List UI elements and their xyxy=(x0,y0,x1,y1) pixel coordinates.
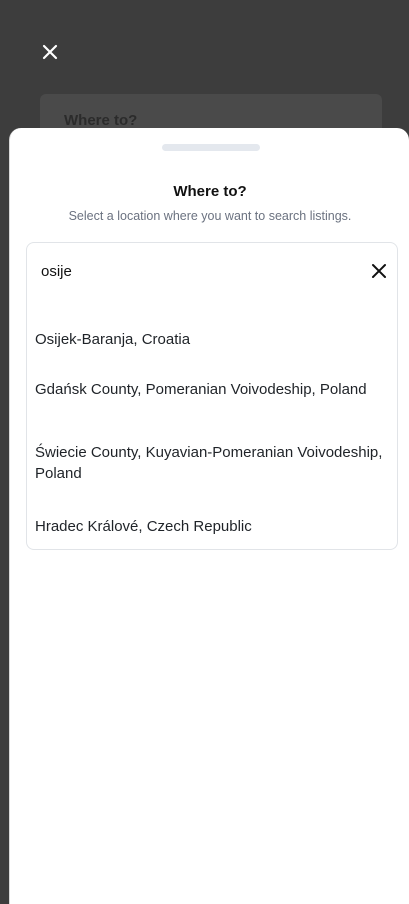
close-icon xyxy=(42,44,58,60)
result-item[interactable]: Osijek-Baranja, Croatia xyxy=(35,329,385,350)
background-close-button[interactable] xyxy=(38,40,62,64)
sheet-drag-handle[interactable] xyxy=(162,144,260,151)
screen: Where to? Where to? Select a location wh… xyxy=(0,0,409,904)
location-bottom-sheet: Where to? Select a location where you wa… xyxy=(9,128,409,904)
result-item[interactable]: Świecie County, Kuyavian-Pomeranian Voiv… xyxy=(35,442,385,484)
search-input[interactable] xyxy=(41,257,341,285)
background-card-title: Where to? xyxy=(64,112,138,129)
close-icon xyxy=(372,264,386,278)
result-item[interactable]: Hradec Králové, Czech Republic xyxy=(35,516,385,537)
result-item[interactable]: Gdańsk County, Pomeranian Voivodeship, P… xyxy=(35,379,385,400)
sheet-title: Where to? xyxy=(173,183,247,200)
search-results-list: Osijek-Baranja, Croatia Gdańsk County, P… xyxy=(26,297,398,550)
sheet-subtitle: Select a location where you want to sear… xyxy=(68,209,352,223)
clear-search-button[interactable] xyxy=(367,259,391,283)
search-field xyxy=(26,242,398,298)
